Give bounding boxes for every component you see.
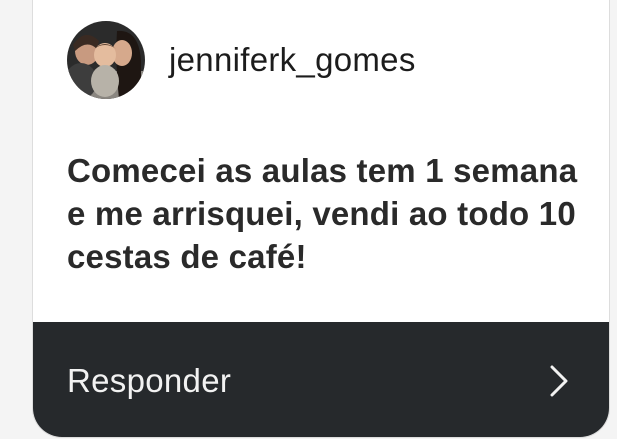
username[interactable]: jenniferk_gomes [169, 41, 416, 79]
avatar[interactable] [67, 21, 145, 99]
story-reply-card: jenniferk_gomes Comecei as aulas tem 1 s… [32, 0, 610, 438]
screen: jenniferk_gomes Comecei as aulas tem 1 s… [0, 0, 617, 439]
reply-message-text: Comecei as aulas tem 1 semana e me arris… [67, 152, 578, 275]
chevron-right-icon [550, 365, 568, 397]
post-header: jenniferk_gomes [67, 21, 416, 99]
avatar-photo [67, 21, 145, 99]
reply-button-label: Responder [67, 362, 232, 399]
reply-button[interactable]: Responder [33, 322, 609, 437]
